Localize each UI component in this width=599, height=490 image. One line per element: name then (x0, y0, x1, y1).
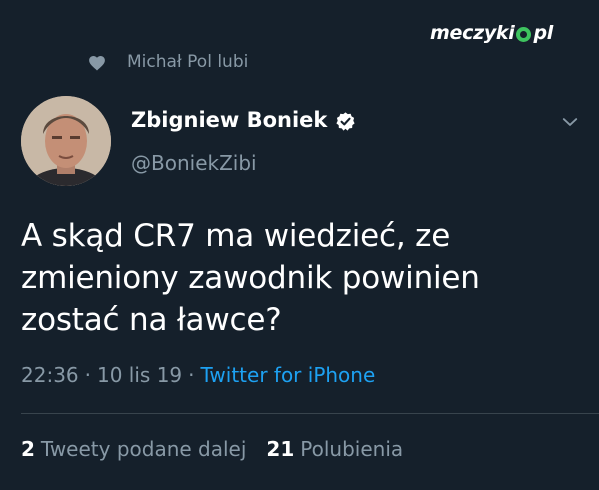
watermark-text-main: meczyki (430, 22, 515, 44)
tweet-text: A skąd CR7 ma wiedzieć, ze zmieniony zaw… (21, 215, 576, 341)
soccer-ball-icon (516, 26, 532, 42)
tweet-stats: 2 Tweety podane dalej 21 Polubienia (21, 437, 403, 461)
meczyki-watermark-logo: meczyki pl (430, 22, 553, 44)
tweet-meta: 22:36 · 10 lis 19 · Twitter for iPhone (21, 363, 375, 387)
social-context-label[interactable]: Michał Pol lubi (127, 52, 248, 72)
retweets-label: Tweety podane dalej (40, 437, 247, 461)
watermark-text-domain: pl (533, 22, 553, 44)
meta-separator: · (188, 363, 195, 387)
likes-label: Polubienia (300, 437, 404, 461)
tweet-date[interactable]: 10 lis 19 (97, 363, 182, 387)
social-context: Michał Pol lubi (89, 52, 248, 72)
likes-count: 21 (266, 437, 295, 461)
retweets-stat[interactable]: 2 Tweety podane dalej (21, 437, 246, 461)
author-handle[interactable]: @BoniekZibi (131, 151, 257, 175)
heart-icon (89, 56, 105, 71)
author-name-text[interactable]: Zbigniew Boniek (131, 108, 327, 132)
tweet-source-link[interactable]: Twitter for iPhone (201, 363, 376, 387)
author-name[interactable]: Zbigniew Boniek (131, 108, 356, 132)
tweet-text-line: zostać na ławce? (21, 302, 282, 338)
chevron-down-icon[interactable] (560, 112, 580, 132)
verified-badge-icon (336, 111, 355, 131)
tweet-time[interactable]: 22:36 (21, 363, 79, 387)
tweet-text-line: zmieniony zawodnik powinien (21, 260, 480, 296)
avatar-image (21, 96, 111, 186)
tweet-text-line: A skąd CR7 ma wiedzieć, ze (21, 218, 451, 254)
divider (21, 413, 599, 414)
retweets-count: 2 (21, 437, 35, 461)
avatar[interactable] (21, 96, 111, 186)
meta-separator: · (84, 363, 91, 387)
likes-stat[interactable]: 21 Polubienia (266, 437, 403, 461)
